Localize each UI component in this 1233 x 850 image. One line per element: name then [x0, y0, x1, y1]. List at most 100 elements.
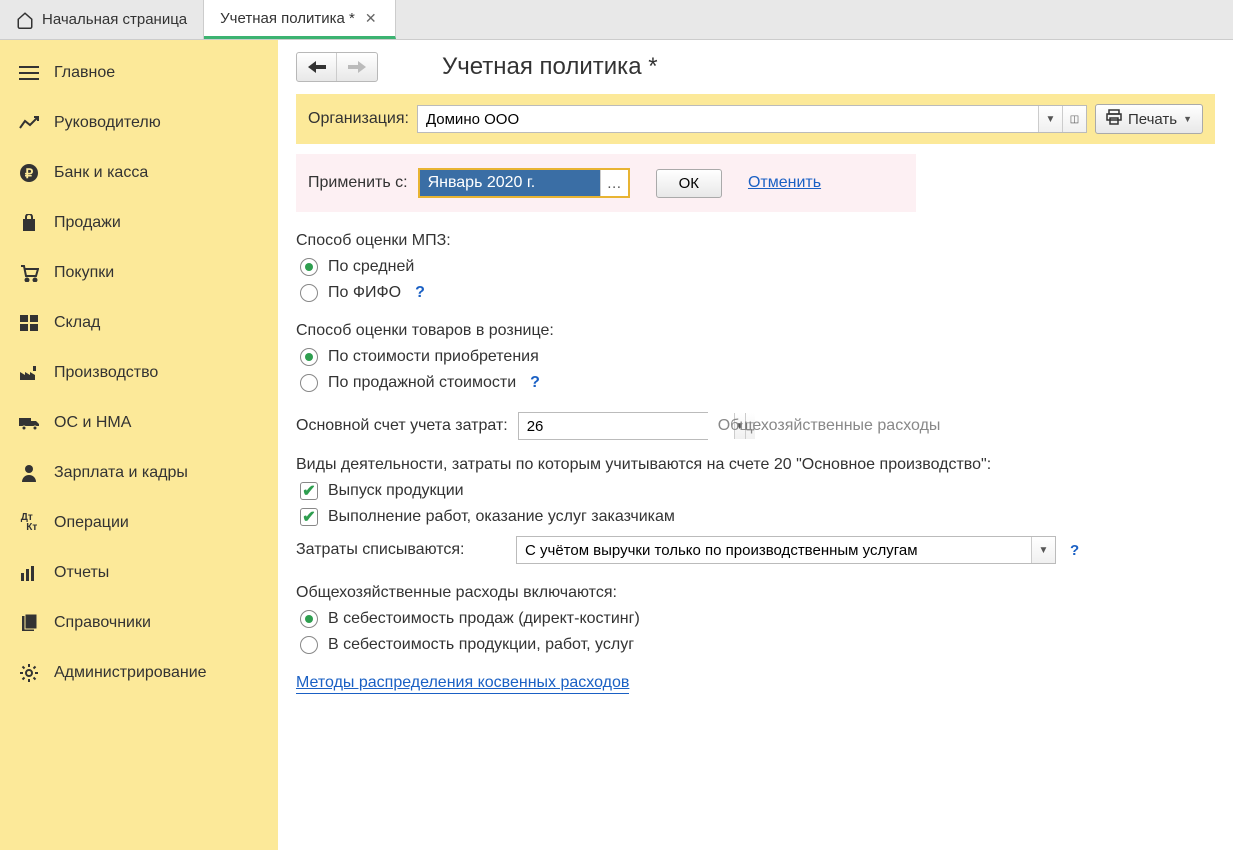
sidebar-item-warehouse[interactable]: Склад	[0, 298, 278, 348]
sidebar-item-label: Продажи	[54, 214, 121, 232]
person-icon	[18, 462, 40, 484]
org-combo[interactable]: ▼ ◫	[417, 105, 1087, 133]
org-input[interactable]	[418, 106, 1038, 132]
retail-section: Способ оценки товаров в рознице: По стои…	[296, 322, 1215, 392]
tab-home[interactable]: Начальная страница	[0, 0, 204, 39]
check-label: Выпуск продукции	[328, 482, 464, 500]
help-icon[interactable]: ?	[1070, 542, 1079, 559]
sidebar-item-label: Главное	[54, 64, 115, 82]
bag-icon	[18, 212, 40, 234]
sidebar-item-purchases[interactable]: Покупки	[0, 248, 278, 298]
sidebar-item-bank[interactable]: ₽ Банк и касса	[0, 148, 278, 198]
mpz-radio-fifo[interactable]: По ФИФО ?	[296, 284, 1215, 302]
retail-radio-cost[interactable]: По стоимости приобретения	[296, 348, 1215, 366]
sidebar-item-salary[interactable]: Зарплата и кадры	[0, 448, 278, 498]
sidebar-item-reports[interactable]: Отчеты	[0, 548, 278, 598]
chevron-down-icon[interactable]: ▼	[1038, 106, 1062, 132]
sidebar-item-operations[interactable]: Дт Кт Операции	[0, 498, 278, 548]
radio-label: По ФИФО	[328, 284, 401, 302]
chevron-down-icon[interactable]: ▼	[1031, 537, 1055, 563]
sidebar-item-sales[interactable]: Продажи	[0, 198, 278, 248]
radio-icon[interactable]	[300, 284, 318, 302]
sidebar-item-label: Администрирование	[54, 664, 207, 682]
print-button[interactable]: Печать ▼	[1095, 104, 1203, 134]
ruble-icon: ₽	[18, 162, 40, 184]
account-hint: Общехозяйственные расходы	[718, 417, 941, 435]
apply-date-input[interactable]	[420, 170, 600, 196]
sidebar-item-manager[interactable]: Руководителю	[0, 98, 278, 148]
retail-radio-sale[interactable]: По продажной стоимости ?	[296, 374, 1215, 392]
account-input[interactable]	[519, 413, 734, 439]
mpz-title: Способ оценки МПЗ:	[296, 232, 1215, 250]
sidebar-item-label: Банк и касса	[54, 164, 148, 182]
home-icon	[16, 11, 34, 29]
sidebar-item-label: Производство	[54, 364, 158, 382]
overhead-title: Общехозяйственные расходы включаются:	[296, 584, 1215, 602]
sidebar-item-label: Справочники	[54, 614, 151, 632]
radio-icon[interactable]	[300, 348, 318, 366]
menu-icon	[18, 62, 40, 84]
ok-button[interactable]: ОК	[656, 169, 722, 198]
close-icon[interactable]: ✕	[363, 10, 379, 27]
sidebar-item-label: Операции	[54, 514, 129, 532]
account-label: Основной счет учета затрат:	[296, 417, 508, 435]
printer-icon	[1106, 109, 1122, 129]
dt-kt-icon: Дт Кт	[18, 512, 40, 534]
writeoff-label: Затраты списываются:	[296, 541, 506, 559]
mpz-section: Способ оценки МПЗ: По средней По ФИФО ?	[296, 232, 1215, 302]
back-button[interactable]	[297, 53, 337, 81]
forward-button[interactable]	[337, 53, 377, 81]
tab-home-label: Начальная страница	[42, 11, 187, 28]
sidebar-item-label: Отчеты	[54, 564, 109, 582]
radio-label: В себестоимость продукции, работ, услуг	[328, 636, 634, 654]
svg-text:₽: ₽	[25, 166, 34, 181]
activities-title: Виды деятельности, затраты по которым уч…	[296, 456, 1215, 474]
sidebar-item-label: Покупки	[54, 264, 114, 282]
sidebar-item-label: Зарплата и кадры	[54, 464, 188, 482]
check-output[interactable]: ✔ Выпуск продукции	[296, 482, 1215, 500]
radio-icon[interactable]	[300, 636, 318, 654]
checkbox-icon[interactable]: ✔	[300, 482, 318, 500]
radio-label: По стоимости приобретения	[328, 348, 539, 366]
sidebar-item-admin[interactable]: Администрирование	[0, 648, 278, 698]
sidebar-item-production[interactable]: Производство	[0, 348, 278, 398]
check-services[interactable]: ✔ Выполнение работ, оказание услуг заказ…	[296, 508, 1215, 526]
chevron-down-icon: ▼	[1183, 114, 1192, 124]
radio-icon[interactable]	[300, 610, 318, 628]
account-row: Основной счет учета затрат: ▼ ◫ Общехозя…	[296, 412, 1215, 440]
main-content: Учетная политика * Организация: ▼ ◫ Печа…	[278, 40, 1233, 850]
tab-accounting-policy[interactable]: Учетная политика * ✕	[204, 0, 395, 39]
apply-bar: Применить с: … ОК Отменить	[296, 154, 916, 212]
overhead-radio-include[interactable]: В себестоимость продукции, работ, услуг	[296, 636, 1215, 654]
page-title: Учетная политика *	[442, 53, 658, 81]
writeoff-combo[interactable]: ▼	[516, 536, 1056, 564]
help-icon[interactable]: ?	[530, 374, 540, 392]
sidebar-item-assets[interactable]: ОС и НМА	[0, 398, 278, 448]
account-combo[interactable]: ▼ ◫	[518, 412, 708, 440]
chart-line-icon	[18, 112, 40, 134]
overhead-section: Общехозяйственные расходы включаются: В …	[296, 584, 1215, 654]
sidebar-item-label: Руководителю	[54, 114, 161, 132]
bar-chart-icon	[18, 562, 40, 584]
ellipsis-icon[interactable]: …	[600, 170, 628, 196]
help-icon[interactable]: ?	[415, 284, 425, 302]
apply-date-field[interactable]: …	[418, 168, 630, 198]
sidebar-item-directories[interactable]: Справочники	[0, 598, 278, 648]
cancel-link[interactable]: Отменить	[748, 174, 821, 192]
grid-icon	[18, 312, 40, 334]
apply-label: Применить с:	[308, 174, 408, 192]
checkbox-icon[interactable]: ✔	[300, 508, 318, 526]
mpz-radio-average[interactable]: По средней	[296, 258, 1215, 276]
open-dialog-icon[interactable]: ◫	[1062, 106, 1086, 132]
truck-icon	[18, 412, 40, 434]
overhead-radio-direct[interactable]: В себестоимость продаж (директ-костинг)	[296, 610, 1215, 628]
writeoff-input[interactable]	[517, 537, 1031, 563]
tab-label: Учетная политика *	[220, 10, 355, 27]
book-icon	[18, 612, 40, 634]
radio-icon[interactable]	[300, 258, 318, 276]
methods-link[interactable]: Методы распределения косвенных расходов	[296, 674, 629, 694]
sidebar-item-main[interactable]: Главное	[0, 48, 278, 98]
factory-icon	[18, 362, 40, 384]
radio-label: По средней	[328, 258, 414, 276]
radio-icon[interactable]	[300, 374, 318, 392]
